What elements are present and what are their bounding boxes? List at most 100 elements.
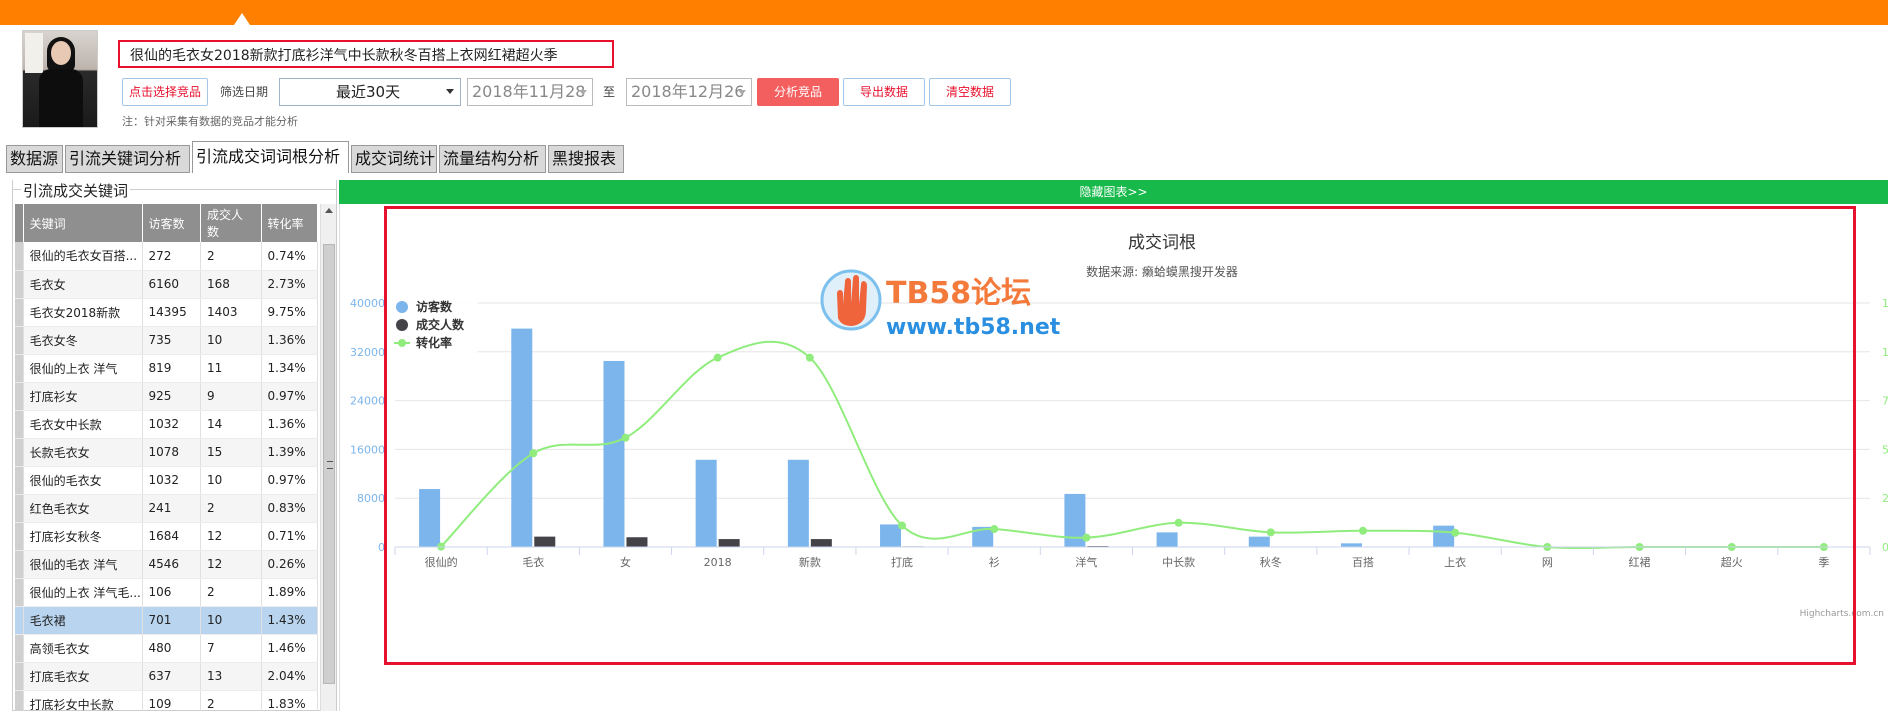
table-row[interactable]: 长款毛衣女 1078 15 1.39% (15, 438, 318, 467)
col-keyword[interactable]: 关键词 (23, 204, 143, 242)
row-header (15, 550, 24, 579)
row-header (15, 242, 24, 271)
caret-up-icon (234, 13, 250, 25)
buyers-cell: 2 (200, 578, 262, 607)
buyers-cell: 13 (200, 662, 262, 691)
analyze-button[interactable]: 分析竞品 (757, 78, 839, 106)
tab-black-search-report[interactable]: 黑搜报表 (548, 145, 624, 173)
keyword-cell: 毛衣女2018新款 (23, 298, 143, 327)
keyword-cell: 打底衫女 (23, 382, 143, 411)
tab-deal-stats[interactable]: 成交词统计 (351, 145, 437, 173)
table-row[interactable]: 打底毛衣女 637 13 2.04% (15, 662, 318, 691)
table-row[interactable]: 毛衣裙 701 10 1.43% (15, 606, 318, 635)
keyword-cell: 长款毛衣女 (23, 438, 143, 467)
visitors-cell: 1032 (142, 410, 202, 439)
table-row[interactable]: 很仙的上衣 洋气 819 11 1.34% (15, 354, 318, 383)
table-row[interactable]: 打底衫女中长款 109 2 1.83% (15, 690, 318, 711)
row-header (15, 522, 24, 551)
y-left-tick-label: 16000 (350, 443, 385, 456)
y-axis-right: 0% 2.5% 5% 7.5% 10% 12.5% (1882, 297, 1888, 554)
toggle-chart-button[interactable]: 隐藏图表>> (339, 180, 1888, 204)
y-right-tick-label: 2.5% (1882, 492, 1888, 505)
row-header (15, 326, 24, 355)
date-to-input[interactable]: 2018年12月26 (626, 78, 752, 106)
tab-keyword-analysis[interactable]: 引流关键词分析 (65, 145, 190, 173)
row-header (15, 382, 24, 411)
y-left-tick-label: 40000 (350, 297, 385, 310)
product-thumbnail (22, 30, 98, 128)
buyers-cell: 10 (200, 606, 262, 635)
keyword-cell: 打底毛衣女 (23, 662, 143, 691)
note-text: 注：针对采集有数据的竞品才能分析 (122, 115, 298, 128)
table-row[interactable]: 毛衣女冬 735 10 1.36% (15, 326, 318, 355)
table-row[interactable]: 很仙的毛衣 洋气 4546 12 0.26% (15, 550, 318, 579)
y-right-tick-label: 12.5% (1882, 297, 1888, 310)
row-header (15, 634, 24, 663)
buyers-cell: 2 (200, 242, 262, 271)
visitors-cell: 819 (142, 354, 202, 383)
rate-cell: 1.43% (261, 606, 318, 635)
buyers-cell: 12 (200, 550, 262, 579)
row-header (15, 354, 24, 383)
buyers-cell: 2 (200, 494, 262, 523)
visitors-cell: 701 (142, 606, 202, 635)
row-header (15, 466, 24, 495)
col-visitors[interactable]: 访客数 (142, 204, 202, 242)
chevron-down-icon (579, 90, 587, 95)
table-row[interactable]: 红色毛衣女 241 2 0.83% (15, 494, 318, 523)
visitors-cell: 1684 (142, 522, 202, 551)
keyword-cell: 打底衫女秋冬 (23, 522, 143, 551)
buyers-cell: 11 (200, 354, 262, 383)
table-row[interactable]: 高领毛衣女 480 7 1.46% (15, 634, 318, 663)
visitors-cell: 637 (142, 662, 202, 691)
rate-cell: 1.36% (261, 326, 318, 355)
table-row[interactable]: 毛衣女 6160 168 2.73% (15, 270, 318, 299)
rate-cell: 1.39% (261, 438, 318, 467)
table-row[interactable]: 打底衫女秋冬 1684 12 0.71% (15, 522, 318, 551)
row-header (15, 270, 24, 299)
col-rate[interactable]: 转化率 (261, 204, 318, 242)
rate-cell: 1.83% (261, 690, 318, 711)
visitors-cell: 241 (142, 494, 202, 523)
buyers-cell: 9 (200, 382, 262, 411)
keyword-cell: 打底衫女中长款 (23, 690, 143, 711)
export-button[interactable]: 导出数据 (843, 78, 925, 106)
y-axis-left: 0800016000240003200040000 (350, 297, 385, 554)
keyword-cell: 很仙的毛衣 洋气 (23, 550, 143, 579)
row-header (15, 438, 24, 467)
keyword-cell: 高领毛衣女 (23, 634, 143, 663)
date-from-input[interactable]: 2018年11月28 (467, 78, 593, 106)
date-range-select[interactable]: 最近30天 (279, 78, 461, 106)
rate-cell: 1.36% (261, 410, 318, 439)
table-row[interactable]: 毛衣女2018新款 14395 1403 9.75% (15, 298, 318, 327)
table-row[interactable]: 很仙的毛衣女 1032 10 0.97% (15, 466, 318, 495)
select-product-button[interactable]: 点击选择竞品 (122, 78, 208, 106)
y-right-tick-label: 10% (1882, 346, 1888, 359)
table-row[interactable]: 打底衫女 925 9 0.97% (15, 382, 318, 411)
visitors-cell: 1078 (142, 438, 202, 467)
rate-cell: 1.89% (261, 578, 318, 607)
scroll-up-icon[interactable] (325, 208, 333, 213)
date-range-value: 最近30天 (336, 83, 401, 101)
tab-traffic-structure[interactable]: 流量结构分析 (439, 145, 546, 173)
keyword-cell: 很仙的毛衣女 (23, 466, 143, 495)
row-header (15, 494, 24, 523)
to-label: 至 (603, 85, 616, 99)
row-header (15, 578, 24, 607)
buyers-cell: 1403 (200, 298, 262, 327)
tab-data-source[interactable]: 数据源 (6, 145, 63, 173)
table-row[interactable]: 很仙的毛衣女百搭... 272 2 0.74% (15, 242, 318, 271)
buyers-cell: 7 (200, 634, 262, 663)
scrollbar-thumb[interactable] (323, 244, 335, 684)
table-scrollbar[interactable] (320, 204, 336, 711)
keyword-cell: 毛衣女中长款 (23, 410, 143, 439)
rate-cell: 0.83% (261, 494, 318, 523)
row-header (15, 410, 24, 439)
table-row[interactable]: 很仙的上衣 洋气毛... 106 2 1.89% (15, 578, 318, 607)
tab-root-analysis[interactable]: 引流成交词词根分析 (192, 141, 349, 173)
clear-button[interactable]: 清空数据 (929, 78, 1011, 106)
visitors-cell: 1032 (142, 466, 202, 495)
table-row[interactable]: 毛衣女中长款 1032 14 1.36% (15, 410, 318, 439)
y-right-tick-label: 5% (1882, 443, 1888, 456)
col-buyers[interactable]: 成交人数 (200, 204, 262, 242)
